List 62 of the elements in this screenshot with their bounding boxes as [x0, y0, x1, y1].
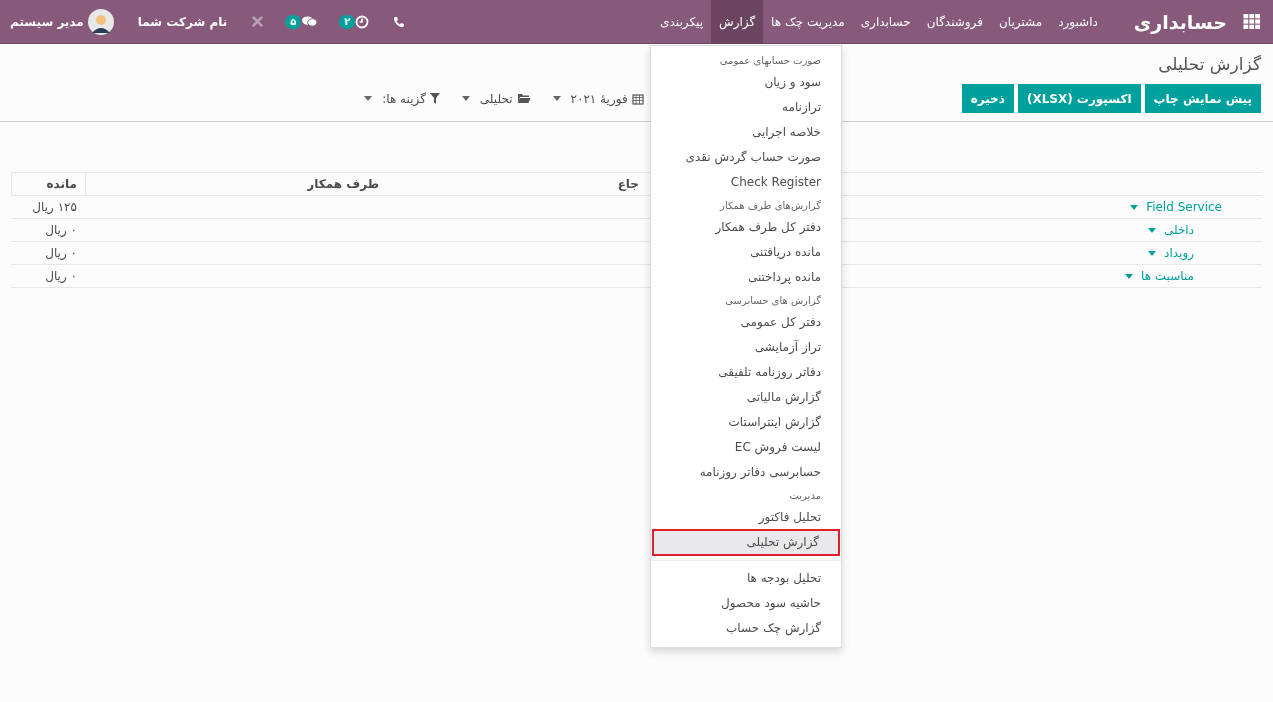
dropdown-menu-item[interactable]: دفتر کل طرف همکار: [651, 215, 841, 240]
column-header: جاع: [617, 177, 639, 191]
dropdown-menu-item[interactable]: حاشیه سود محصول: [651, 591, 841, 616]
user-avatar[interactable]: [87, 8, 114, 35]
table-cell: ۰ ریال: [45, 246, 77, 260]
column-header: طرف همکار: [307, 177, 379, 191]
dropdown-menu-item[interactable]: دفاتر روزنامه تلفیقی: [651, 360, 841, 385]
caret-icon[interactable]: [1130, 204, 1139, 210]
table-cell: ۰ ریال: [45, 223, 77, 237]
dropdown-menu-item[interactable]: صورت حساب گردش نقدی: [651, 145, 841, 170]
app-title: حسابداری: [1133, 10, 1227, 33]
dropdown-menu-item[interactable]: گزارش چک حساب: [651, 616, 841, 641]
dropdown-menu-item[interactable]: گزارش اینتراستات: [651, 410, 841, 435]
dropdown-menu-item[interactable]: گزارش مالیاتی: [651, 385, 841, 410]
dropdown-menu-item[interactable]: تحلیل فاکتور: [651, 505, 841, 530]
filter-dropdown[interactable]: تحلیلی: [479, 91, 513, 106]
dropdown-menu-item[interactable]: گزارش تحلیلی: [653, 530, 839, 555]
user-name[interactable]: مدیر سیستم: [10, 14, 84, 29]
menu-section-header: صورت حسابهای عمومی: [718, 54, 822, 69]
dropdown-menu-item[interactable]: لیست فروش EC: [651, 435, 841, 460]
caret-icon[interactable]: [1148, 250, 1157, 256]
dropdown-menu-item[interactable]: Check Register: [651, 170, 841, 195]
dropdown-menu-item[interactable]: سود و زیان: [651, 70, 841, 95]
company-name[interactable]: نام شرکت شما: [137, 14, 228, 29]
nav-menu-item[interactable]: گزارش: [711, 0, 764, 44]
phone-icon[interactable]: [393, 15, 406, 28]
menu-section-header: مدیریت: [788, 489, 822, 503]
dropdown-menu-item[interactable]: تحلیل بودجه ها: [651, 566, 841, 591]
menu-section-header: گزارش‌های طرف همکار: [718, 199, 822, 213]
chat-icon[interactable]: [301, 15, 319, 28]
caret-icon[interactable]: [1125, 273, 1134, 279]
nav-menu-item[interactable]: پیکربندی: [652, 0, 711, 44]
dropdown-menu-item[interactable]: ترازنامه: [651, 95, 841, 120]
nav-menu-item[interactable]: مدیریت چک ها: [763, 0, 853, 44]
table-cell: ۰ ریال: [45, 269, 77, 283]
message-count-badge: ۵: [285, 14, 302, 29]
table-cell: ۱۲۵ ریال: [32, 200, 77, 214]
dropdown-menu-item[interactable]: مانده پرداختنی: [651, 265, 841, 290]
caret-icon: [552, 96, 561, 101]
dropdown-menu-item[interactable]: خلاصه اجرایی: [651, 120, 841, 145]
filter-dropdown[interactable]: فوریهٔ ۲۰۲۱: [570, 91, 628, 106]
dropdown-menu-item[interactable]: مانده دریافتنی: [651, 240, 841, 265]
nav-menu-item[interactable]: فروشندگان: [918, 0, 991, 44]
calendar-icon: [631, 92, 644, 105]
page-title: گزارش تحلیلی: [1158, 54, 1261, 74]
caret-icon: [461, 96, 470, 101]
dropdown-menu-item[interactable]: دفتر کل عمومی: [651, 310, 841, 335]
menu-section-header: گزارش های حسابرسی: [724, 294, 822, 308]
dropdown-menu-item[interactable]: تراز آزمایشی: [651, 335, 841, 360]
nav-menu-item[interactable]: حسابداری: [852, 0, 919, 44]
filter-icon: [429, 93, 440, 104]
dropdown-menu-item[interactable]: حسابرسی دفاتر روزنامه: [651, 460, 841, 485]
caret-icon: [364, 96, 373, 101]
apps-grid-icon[interactable]: [1243, 14, 1261, 29]
activity-count-badge: ۲: [339, 14, 356, 29]
clock-icon[interactable]: [355, 14, 370, 29]
nav-menu-item[interactable]: مشتریان: [990, 0, 1051, 44]
column-header: مانده: [46, 177, 77, 191]
filter-dropdown[interactable]: گزینه ها:: [382, 91, 426, 106]
caret-icon[interactable]: [1147, 227, 1156, 233]
nav-menu-item[interactable]: داشبورد: [1050, 0, 1106, 44]
folder-icon: [516, 93, 531, 104]
